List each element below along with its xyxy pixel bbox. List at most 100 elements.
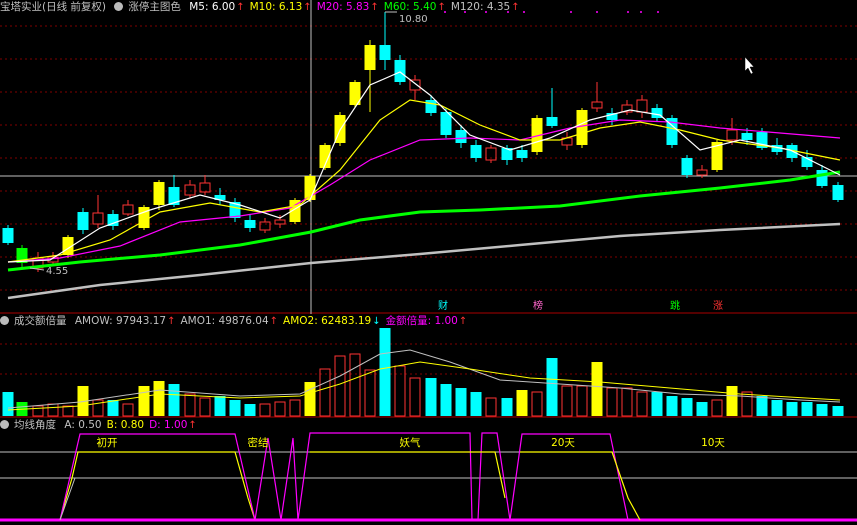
candle-body bbox=[92, 212, 104, 225]
volume-bar bbox=[409, 377, 421, 417]
angle-chart[interactable]: 初开 密结 妖气 20天 10天 bbox=[0, 418, 857, 525]
angle-b-line bbox=[310, 451, 506, 499]
candle-body bbox=[2, 228, 14, 243]
candle-body bbox=[576, 110, 588, 145]
volume-bar bbox=[244, 404, 256, 416]
mouse-cursor-icon bbox=[744, 56, 755, 75]
candle-body bbox=[244, 220, 256, 228]
volume-bar bbox=[304, 382, 316, 416]
signal-dot bbox=[657, 11, 659, 13]
angle-legend-item: D: 1.00 bbox=[149, 419, 188, 431]
volume-chart[interactable] bbox=[0, 314, 857, 418]
amo1-line bbox=[7, 349, 841, 409]
angle-b-line bbox=[520, 451, 641, 521]
volume-bar bbox=[440, 384, 452, 416]
volume-bar bbox=[319, 368, 331, 417]
ma-legend-item: M20: 5.83 bbox=[316, 1, 370, 13]
volume-bar bbox=[184, 393, 196, 417]
candle-body bbox=[259, 221, 271, 231]
volume-bar bbox=[62, 405, 74, 417]
volume-legend-item: 金额倍量: 1.00 bbox=[385, 315, 458, 327]
zone-label: 密结 bbox=[248, 436, 269, 449]
candle-body bbox=[636, 99, 648, 113]
volume-bar bbox=[349, 353, 361, 417]
candle-body bbox=[122, 204, 134, 215]
volume-bar bbox=[816, 404, 828, 416]
event-marker: 财 bbox=[438, 299, 448, 312]
candle-body bbox=[184, 184, 196, 196]
ma60-line bbox=[7, 170, 841, 272]
candle-body bbox=[394, 60, 406, 82]
volume-bar bbox=[274, 401, 286, 417]
ma-trend-arrow-icon: ↑ bbox=[437, 2, 446, 13]
volume-legend-item: AMO2: 62483.19 bbox=[283, 315, 372, 327]
angle-b-line bbox=[59, 451, 256, 521]
volume-bar bbox=[606, 387, 618, 417]
angle-header: 均线角度 A: 0.50 B: 0.80 D: 1.00↑ bbox=[0, 418, 207, 432]
ma-trend-arrow-icon: ↑ bbox=[303, 2, 312, 13]
candle-body bbox=[546, 117, 558, 126]
ma-legend-item: M5: 6.00 bbox=[189, 1, 236, 13]
ma-legend-item: M60: 5.40 bbox=[383, 1, 437, 13]
ma-trend-arrow-icon: ↑ bbox=[511, 2, 520, 13]
signal-dot bbox=[627, 11, 629, 13]
volume-legend-item: AMO1: 49876.04 bbox=[180, 315, 269, 327]
event-marker: 涨 bbox=[713, 300, 723, 312]
angle-panel[interactable]: 均线角度 A: 0.50 B: 0.80 D: 1.00↑ 初开 密结 妖气 20天 10天 bbox=[0, 418, 857, 525]
signal-dot bbox=[640, 11, 642, 13]
volume-bar bbox=[501, 398, 513, 416]
volume-bar bbox=[771, 400, 783, 416]
volume-bar bbox=[666, 396, 678, 416]
volume-bar bbox=[47, 403, 59, 417]
main-chart-panel[interactable]: 宝塔实业(日线 前复权) 涨停主图色 M5: 6.00↑ M10: 6.13↑ M2… bbox=[0, 0, 857, 314]
ma10-line bbox=[7, 99, 841, 263]
volume-bar bbox=[425, 378, 437, 416]
candlestick-chart[interactable]: 10.80 4.55 财 榜 跳 涨 bbox=[0, 0, 857, 314]
candle-body bbox=[741, 133, 753, 140]
zone-label: 20天 bbox=[551, 437, 575, 449]
candle-body bbox=[681, 158, 693, 175]
volume-bar bbox=[485, 397, 497, 417]
candle-body bbox=[425, 100, 437, 113]
signal-dot bbox=[570, 11, 572, 13]
volume-bar bbox=[786, 402, 798, 416]
event-marker: 榜 bbox=[533, 299, 543, 312]
volume-bar bbox=[229, 400, 241, 416]
volume-bar bbox=[138, 386, 150, 416]
volume-bar bbox=[531, 391, 543, 417]
ma-legend-item: M120: 4.35 bbox=[450, 1, 511, 13]
volume-trend-arrow-icon: ↑ bbox=[458, 316, 468, 327]
volume-bar bbox=[756, 396, 768, 416]
volume-bar bbox=[801, 402, 813, 416]
angle-legend: A: 0.50 B: 0.80 D: 1.00↑ bbox=[64, 419, 201, 431]
candle-body bbox=[274, 219, 286, 225]
volume-bar bbox=[32, 405, 44, 417]
volume-panel[interactable]: 成交额倍量 AMOW: 97943.17↑ AMO1: 49876.04↑ AMO2… bbox=[0, 314, 857, 418]
candle-body bbox=[591, 101, 603, 109]
candle-body bbox=[455, 130, 467, 143]
candle-body bbox=[153, 182, 165, 205]
main-chart-header: 宝塔实业(日线 前复权) 涨停主图色 M5: 6.00↑ M10: 6.13↑ M2… bbox=[0, 0, 530, 14]
indicator-name[interactable]: 涨停主图色 bbox=[128, 1, 181, 13]
candle-body bbox=[77, 212, 89, 230]
candle-body bbox=[516, 150, 528, 158]
signal-dot bbox=[596, 11, 598, 13]
volume-bar bbox=[214, 396, 226, 416]
ma-legend: M5: 6.00↑ M10: 6.13↑ M20: 5.83↑ M60: 5.40↑ M… bbox=[189, 1, 524, 13]
volume-title[interactable]: 成交额倍量 bbox=[14, 315, 67, 327]
volume-legend: AMOW: 97943.17↑ AMO1: 49876.04↑ AMO2: 6248… bbox=[75, 315, 472, 327]
indicator-toggle-icon[interactable] bbox=[114, 2, 124, 11]
volume-bar bbox=[681, 398, 693, 416]
volume-bar bbox=[334, 355, 346, 417]
volume-bar bbox=[591, 362, 603, 416]
event-marker: 跳 bbox=[670, 299, 680, 312]
volume-bar bbox=[379, 328, 391, 416]
high-price-label: 10.80 bbox=[399, 14, 428, 25]
volume-bar bbox=[516, 390, 528, 416]
angle-toggle-icon[interactable] bbox=[0, 420, 9, 429]
volume-toggle-icon[interactable] bbox=[0, 316, 9, 325]
volume-legend-item: AMOW: 97943.17 bbox=[74, 315, 167, 327]
volume-bar bbox=[289, 399, 301, 417]
angle-title[interactable]: 均线角度 bbox=[14, 419, 56, 431]
candle-body bbox=[364, 45, 376, 70]
